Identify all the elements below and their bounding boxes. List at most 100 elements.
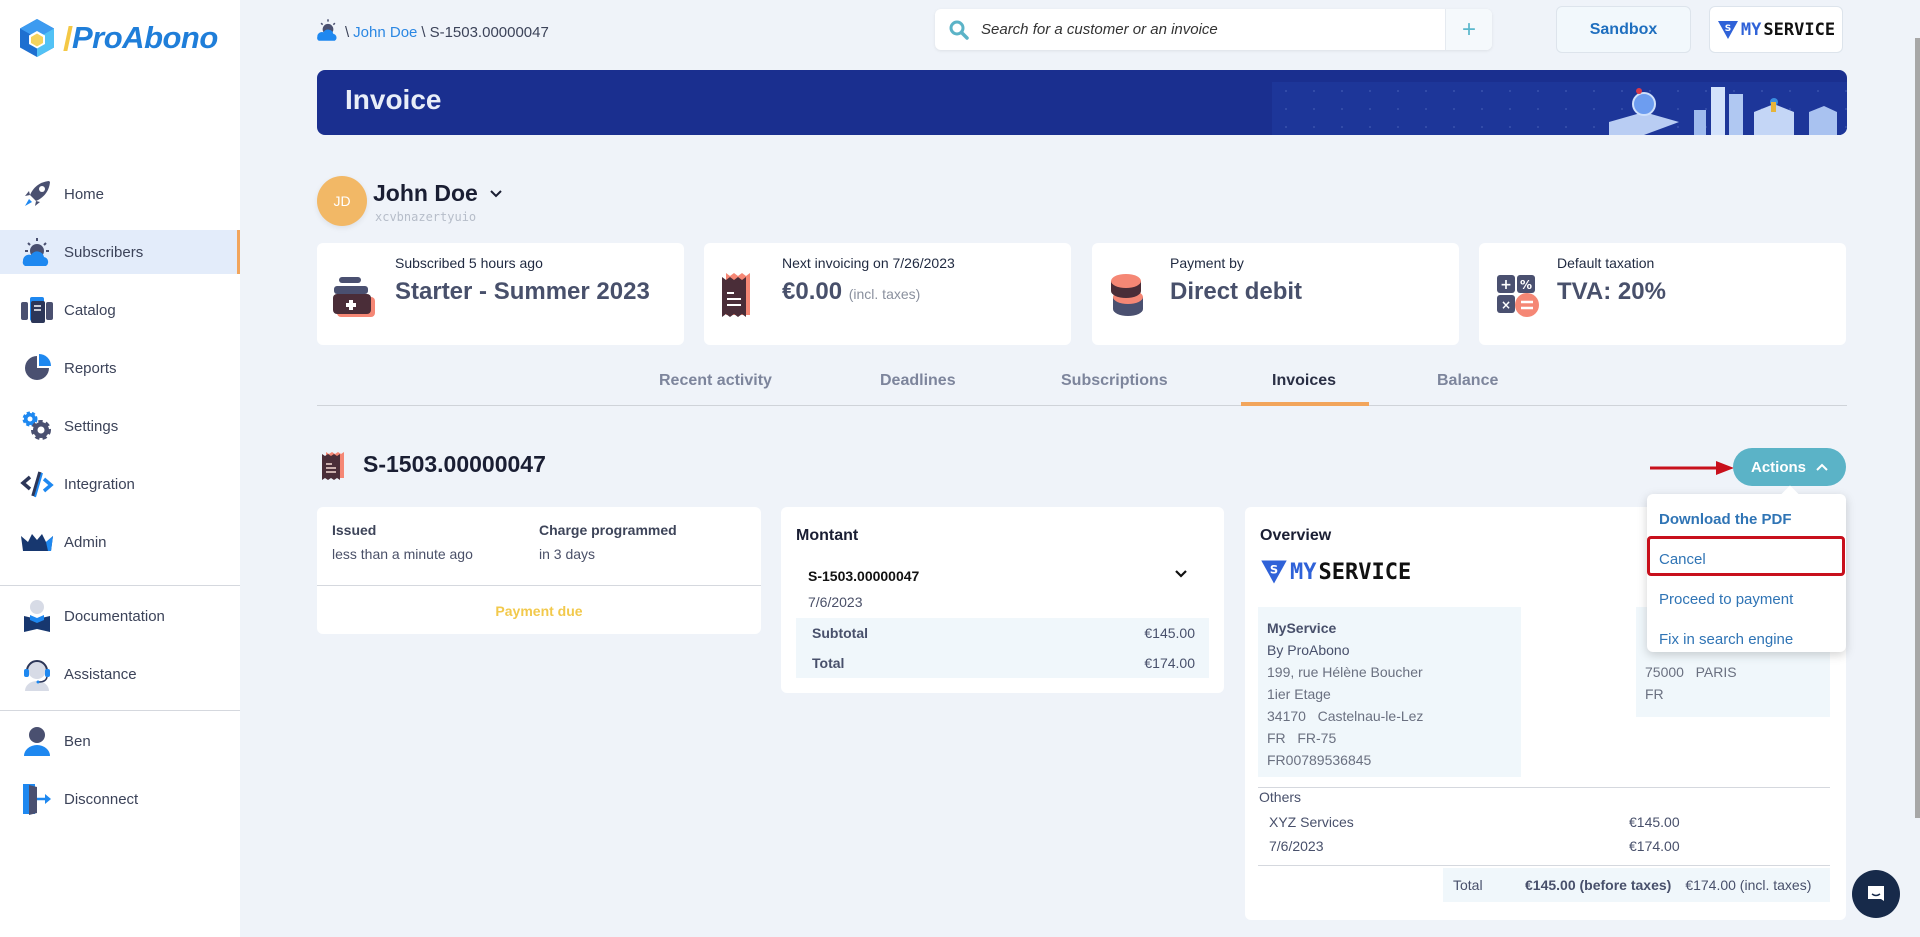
stat-label: Next invoicing on 7/26/2023 [782, 255, 955, 271]
sandbox-button[interactable]: Sandbox [1556, 6, 1691, 53]
stat-value: TVA: 20% [1557, 278, 1666, 305]
proabono-cube-icon [20, 19, 54, 57]
svg-text:+: + [1500, 277, 1512, 293]
sidebar-item-home[interactable]: Home [0, 172, 240, 216]
chevron-down-icon [490, 189, 502, 197]
main-nav: Home Subscribers Catalog Reports Setting… [0, 172, 240, 578]
stat-value: €0.00 (incl. taxes) [782, 278, 921, 305]
code-icon [20, 467, 54, 501]
actions-button[interactable]: Actions [1733, 448, 1846, 486]
stat-label: Payment by [1170, 255, 1244, 271]
status-badge: Payment due [495, 603, 583, 619]
others-label: Others [1259, 789, 1302, 805]
sidebar-item-admin[interactable]: Admin [0, 520, 240, 564]
invoice-date: 7/6/2023 [808, 594, 863, 610]
chevron-up-icon [1816, 463, 1828, 471]
panel-title: Montant [796, 527, 859, 544]
brand-switcher-button[interactable]: S MY SERVICE [1709, 6, 1843, 53]
sidebar-item-reports[interactable]: Reports [0, 346, 240, 390]
pie-chart-icon [20, 351, 54, 385]
breadcrumb-customer-link[interactable]: John Doe [353, 24, 417, 41]
tab-subscriptions[interactable]: Subscriptions [1061, 372, 1168, 390]
tab-invoices[interactable]: Invoices [1272, 372, 1336, 390]
sidebar-item-label: Ben [64, 732, 91, 750]
receipt-icon [714, 269, 766, 321]
sidebar-item-disconnect[interactable]: Disconnect [0, 777, 240, 821]
secondary-nav: Documentation Assistance Ben Disconnect [0, 585, 240, 835]
chat-button[interactable] [1852, 870, 1900, 918]
menu-item-proceed-to-payment[interactable]: Proceed to payment [1659, 591, 1793, 608]
customer-avatar: JD [317, 176, 367, 226]
invoice-reference: S-1503.00000047 [808, 568, 920, 584]
sidebar-item-label: Disconnect [64, 790, 139, 808]
subtotal-row: Subtotal €145.00 [812, 625, 1195, 641]
sidebar-item-catalog[interactable]: Catalog [0, 288, 240, 332]
sidebar-item-integration[interactable]: Integration [0, 462, 240, 506]
app-logo[interactable]: ProAbono [18, 18, 218, 58]
page-title: Invoice [345, 84, 442, 115]
myservice-shield-icon: S [1717, 20, 1738, 39]
overview-total: Total €145.00 (before taxes) €174.00 (in… [1443, 868, 1830, 902]
sidebar-item-assistance[interactable]: Assistance [0, 652, 240, 696]
book-icon [20, 599, 54, 633]
sidebar-item-label: Integration [64, 475, 135, 493]
myservice-logo: S MY SERVICE [1717, 20, 1835, 40]
breadcrumb-separator: \ [421, 23, 426, 41]
stat-label: Subscribed 5 hours ago [395, 255, 543, 271]
invoice-number: S-1503.00000047 [363, 451, 546, 477]
add-button[interactable]: + [1445, 9, 1492, 50]
myservice-shield-icon: S [1261, 560, 1287, 584]
line-item: XYZ Services €145.00 [1269, 814, 1680, 830]
sidebar: ProAbono Home Subscribers Catalog Report… [0, 0, 240, 937]
banner-illustration [1272, 82, 1847, 135]
menu-item-fix-in-search-engine[interactable]: Fix in search engine [1659, 631, 1793, 648]
seller-address: MyService By ProAbono 199, rue Hélène Bo… [1258, 607, 1521, 777]
divider [1258, 865, 1830, 866]
payment-method-card[interactable]: Payment by Direct debit [1092, 243, 1459, 345]
stat-label: Default taxation [1557, 255, 1655, 271]
subscription-card[interactable]: Subscribed 5 hours ago Starter - Summer … [317, 243, 684, 345]
gears-icon [20, 409, 54, 443]
sidebar-item-subscribers[interactable]: Subscribers [0, 230, 240, 274]
page-banner: Invoice [317, 70, 1847, 135]
subscribers-icon[interactable] [315, 18, 341, 46]
actions-label: Actions [1750, 458, 1806, 476]
issued-info: Issued less than a minute ago [332, 522, 473, 562]
actions-menu: Download the PDF Cancel Proceed to payme… [1647, 494, 1846, 652]
sidebar-item-user[interactable]: Ben [0, 719, 240, 763]
search-bar: + [935, 9, 1492, 50]
tab-recent-activity[interactable]: Recent activity [659, 372, 772, 390]
charge-info: Charge programmed in 3 days [539, 522, 677, 562]
customer-tabs: Recent activity Deadlines Subscriptions … [317, 360, 1847, 406]
customer-name-dropdown[interactable]: John Doe [373, 180, 502, 207]
taxation-card[interactable]: +% × Default taxation TVA: 20% [1479, 243, 1846, 345]
breadcrumb: \ John Doe \ S-1503.00000047 [315, 18, 549, 46]
user-icon [20, 724, 54, 758]
tab-deadlines[interactable]: Deadlines [880, 372, 956, 390]
rocket-icon [20, 177, 54, 211]
amount-panel: Montant S-1503.00000047 7/6/2023 Subtota… [781, 507, 1224, 693]
headset-icon [20, 657, 54, 691]
menu-item-download-pdf[interactable]: Download the PDF [1659, 511, 1792, 528]
svg-text:S: S [1725, 24, 1731, 34]
scrollbar[interactable] [1915, 38, 1920, 818]
chevron-down-icon[interactable] [1174, 569, 1188, 579]
sidebar-item-settings[interactable]: Settings [0, 404, 240, 448]
door-exit-icon [20, 782, 54, 816]
tab-balance[interactable]: Balance [1437, 372, 1498, 390]
calculator-icon: +% × [1489, 269, 1541, 321]
myservice-logo: S MY SERVICE [1260, 559, 1411, 585]
line-item: 7/6/2023 €174.00 [1269, 838, 1680, 854]
invoice-status-panel: Issued less than a minute ago Charge pro… [317, 507, 761, 634]
divider [317, 585, 761, 586]
sidebar-item-label: Catalog [64, 301, 116, 319]
offer-icon [327, 269, 379, 321]
subscribers-icon [20, 235, 54, 269]
breadcrumb-invoice: S-1503.00000047 [429, 23, 549, 41]
menu-item-cancel[interactable]: Cancel [1659, 551, 1706, 568]
receipt-icon [318, 450, 348, 487]
search-input[interactable] [969, 9, 1445, 50]
sidebar-item-documentation[interactable]: Documentation [0, 594, 240, 638]
customer-reference: xcvbnazertyuio [375, 210, 477, 224]
next-invoicing-card[interactable]: Next invoicing on 7/26/2023 €0.00 (incl.… [704, 243, 1071, 345]
